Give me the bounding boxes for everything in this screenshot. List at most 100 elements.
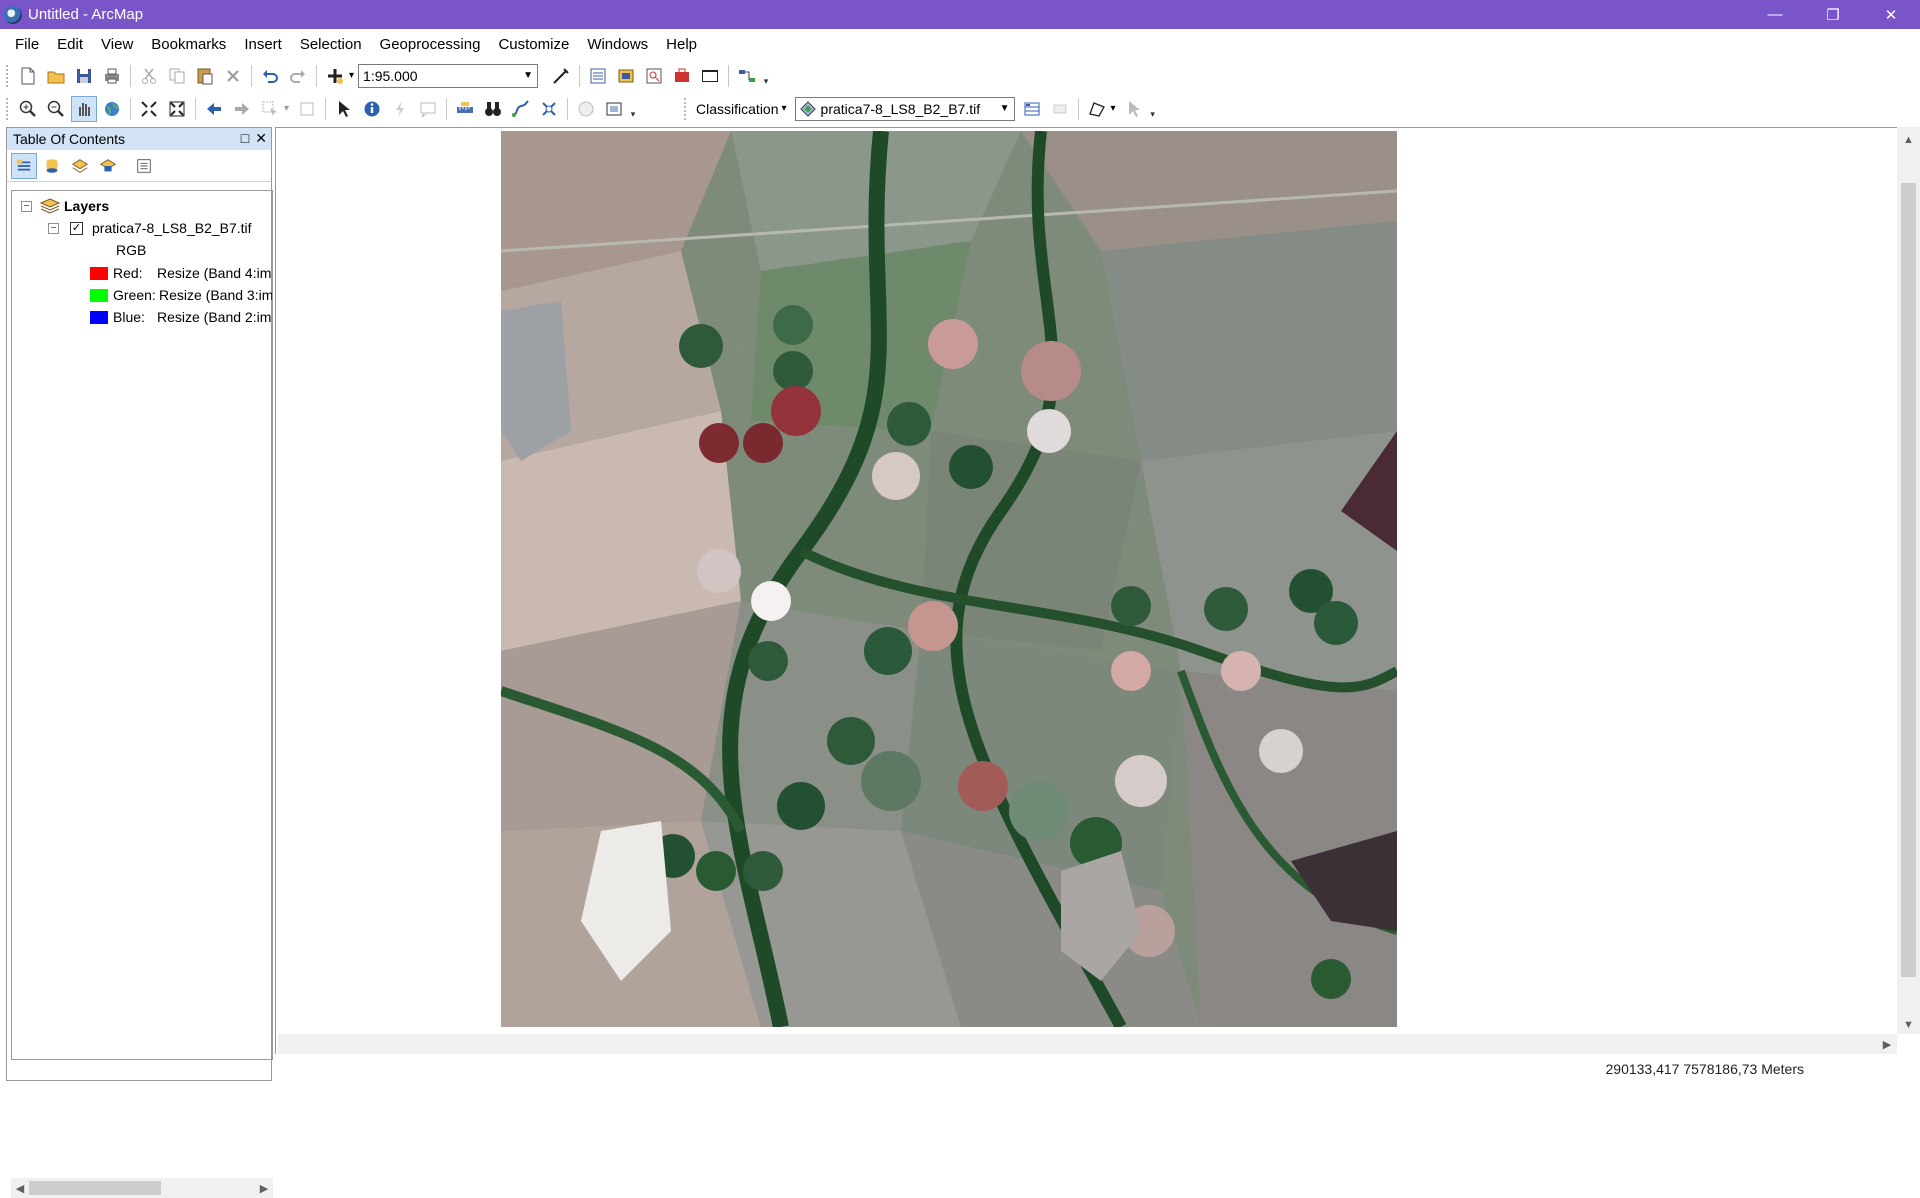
toc-tree: − Layers − ✓ pratica7-8_LS8_B2_B7.tif RG… [11,190,273,1060]
chevron-down-icon[interactable]: ▼ [996,98,1014,120]
menu-bookmarks[interactable]: Bookmarks [142,36,235,53]
create-viewer-window-icon[interactable] [601,96,627,122]
toolbar-grip[interactable] [684,97,688,120]
list-by-selection-icon[interactable] [95,153,121,179]
map-scale-combo[interactable]: 1:95.000 ▼ [358,63,539,88]
toolbar-overflow-icon[interactable]: ▾ [628,98,638,120]
layer-row[interactable]: − ✓ pratica7-8_LS8_B2_B7.tif [48,217,252,239]
model-builder-icon[interactable] [734,63,760,89]
clear-selection-icon[interactable] [294,96,320,122]
find-binoculars-icon[interactable] [480,96,506,122]
menu-windows[interactable]: Windows [578,36,657,53]
cut-icon[interactable] [136,63,162,89]
forward-extent-icon[interactable] [229,96,255,122]
add-data-icon[interactable] [322,63,348,89]
select-features-icon[interactable] [257,96,283,122]
layer-visibility-checkbox[interactable]: ✓ [70,221,83,235]
toc-dock-button[interactable]: □ [241,130,249,147]
select-elements-arrow-icon[interactable] [331,96,357,122]
menu-customize[interactable]: Customize [489,36,578,53]
zoom-in-icon[interactable] [15,96,41,122]
classification-layer-combo[interactable]: pratica7-8_LS8_B2_B7.tif ▼ [794,96,1015,121]
chevron-down-icon[interactable]: ▼ [519,65,537,87]
catalog-icon[interactable] [613,63,639,89]
toolbar-grip[interactable] [6,97,10,120]
paste-icon[interactable] [192,63,218,89]
hyperlink-icon[interactable] [387,96,413,122]
toc-title: Table Of Contents [13,131,126,147]
training-sample-manager-icon[interactable] [1019,96,1045,122]
redo-icon[interactable] [285,63,311,89]
menu-file[interactable]: File [6,36,48,53]
list-by-drawing-order-icon[interactable] [11,152,37,179]
open-folder-icon[interactable] [43,63,69,89]
table-of-contents-icon[interactable] [585,63,611,89]
time-slider-icon[interactable] [573,96,599,122]
band-channel: Blue: [113,309,145,325]
fixed-zoom-out-icon[interactable] [164,96,190,122]
toolbar-overflow-icon[interactable]: ▾ [1148,98,1158,120]
save-icon[interactable] [71,63,97,89]
restore-button[interactable]: ❐ [1804,0,1862,29]
draw-polygon-icon[interactable] [1084,96,1110,122]
layers-root-row[interactable]: − Layers [21,195,109,217]
standard-toolbar: ▾ 1:95.000 ▼ ▾ [0,59,1920,92]
toolbar-grip[interactable] [6,64,10,87]
select-dropdown-arrow[interactable]: ▾ [284,103,289,114]
draw-polygon-dropdown-arrow[interactable]: ▾ [1111,103,1116,114]
toc-toolbar [7,150,271,182]
pan-hand-icon[interactable] [71,95,97,122]
collapse-icon[interactable]: − [21,200,32,212]
title-bar: Untitled - ArcMap — ❐ ✕ [0,0,1920,29]
menu-help[interactable]: Help [657,36,706,53]
classification-dropdown-arrow[interactable]: ▾ [782,103,787,114]
scroll-left-icon[interactable]: ◀ [11,1178,29,1198]
search-window-icon[interactable] [641,63,667,89]
python-window-icon[interactable] [697,63,723,89]
scroll-right-icon[interactable]: ▶ [255,1178,273,1198]
scroll-down-icon[interactable]: ▼ [1897,1016,1920,1034]
close-window-button[interactable]: ✕ [1862,0,1920,29]
html-popup-icon[interactable] [415,96,441,122]
back-extent-icon[interactable] [201,96,227,122]
map-vertical-scrollbar[interactable]: ▲ ▼ [1897,127,1920,1034]
minimize-button[interactable]: — [1746,0,1804,29]
scroll-right-icon[interactable]: ▶ [1877,1034,1897,1054]
menu-geoprocessing[interactable]: Geoprocessing [371,36,490,53]
editor-toolbar-icon[interactable] [548,63,574,89]
list-by-visibility-icon[interactable] [67,153,93,179]
toc-close-button[interactable]: ✕ [255,130,267,147]
menu-insert[interactable]: Insert [235,36,291,53]
collapse-icon[interactable]: − [48,222,59,234]
toolbar-overflow-icon[interactable]: ▾ [761,65,771,87]
zoom-out-icon[interactable] [43,96,69,122]
print-icon[interactable] [99,63,125,89]
menu-edit[interactable]: Edit [48,36,92,53]
toc-horizontal-scrollbar[interactable]: ◀ ▶ [11,1178,273,1198]
map-vscroll-thumb[interactable] [1901,183,1916,977]
satellite-raster-image[interactable] [501,131,1397,1027]
measure-icon[interactable] [452,96,478,122]
undo-icon[interactable] [257,63,283,89]
go-to-xy-icon[interactable] [536,96,562,122]
delete-icon[interactable] [220,63,246,89]
menu-view[interactable]: View [92,36,142,53]
select-training-sample-icon[interactable] [1121,96,1147,122]
copy-icon[interactable] [164,63,190,89]
add-data-dropdown-arrow[interactable]: ▾ [349,70,354,81]
list-by-source-icon[interactable] [39,153,65,179]
tools-toolbar: ▾ ▾ Classification ▾ pratica7-8_LS8_B2_B… [0,92,1920,125]
toc-options-icon[interactable] [131,153,157,179]
classification-menu[interactable]: Classification [696,101,778,117]
identify-icon[interactable] [359,96,385,122]
reduce-samples-icon[interactable] [1047,96,1073,122]
map-horizontal-scrollbar[interactable]: ▶ [278,1034,1897,1054]
scroll-up-icon[interactable]: ▲ [1897,131,1920,149]
toc-scroll-thumb[interactable] [29,1181,161,1195]
find-route-icon[interactable] [508,96,534,122]
fixed-zoom-in-icon[interactable] [136,96,162,122]
menu-selection[interactable]: Selection [291,36,371,53]
new-document-icon[interactable] [15,63,41,89]
full-extent-globe-icon[interactable] [99,96,125,122]
arctoolbox-icon[interactable] [669,63,695,89]
